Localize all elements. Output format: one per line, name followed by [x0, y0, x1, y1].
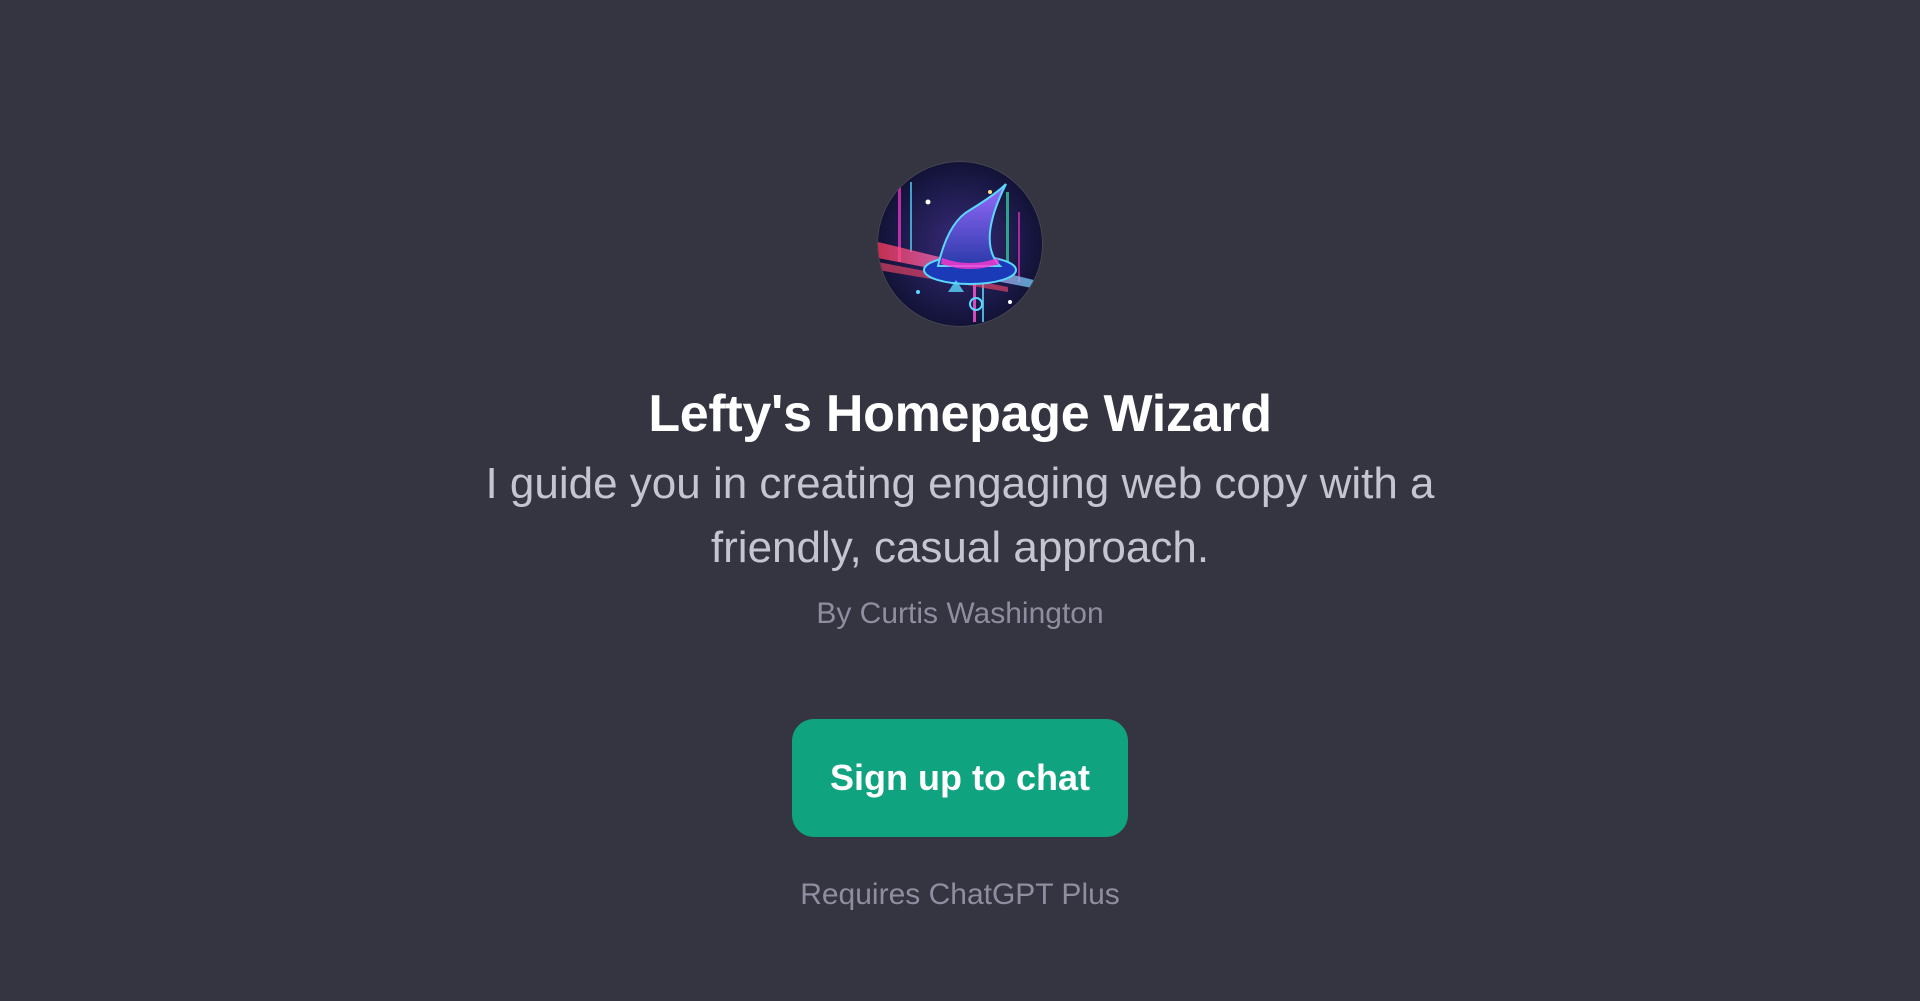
gpt-description: I guide you in creating engaging web cop…	[485, 459, 1435, 572]
wizard-hat-avatar-icon	[878, 162, 1042, 326]
gpt-author: By Curtis Washington	[816, 597, 1104, 630]
gpt-landing-page: Lefty's Homepage Wizard I guide you in c…	[0, 0, 1920, 1001]
requires-plus-note: Requires ChatGPT Plus	[800, 878, 1120, 911]
sign-up-to-chat-button[interactable]: Sign up to chat	[792, 719, 1128, 837]
gpt-title: Lefty's Homepage Wizard	[648, 385, 1272, 443]
